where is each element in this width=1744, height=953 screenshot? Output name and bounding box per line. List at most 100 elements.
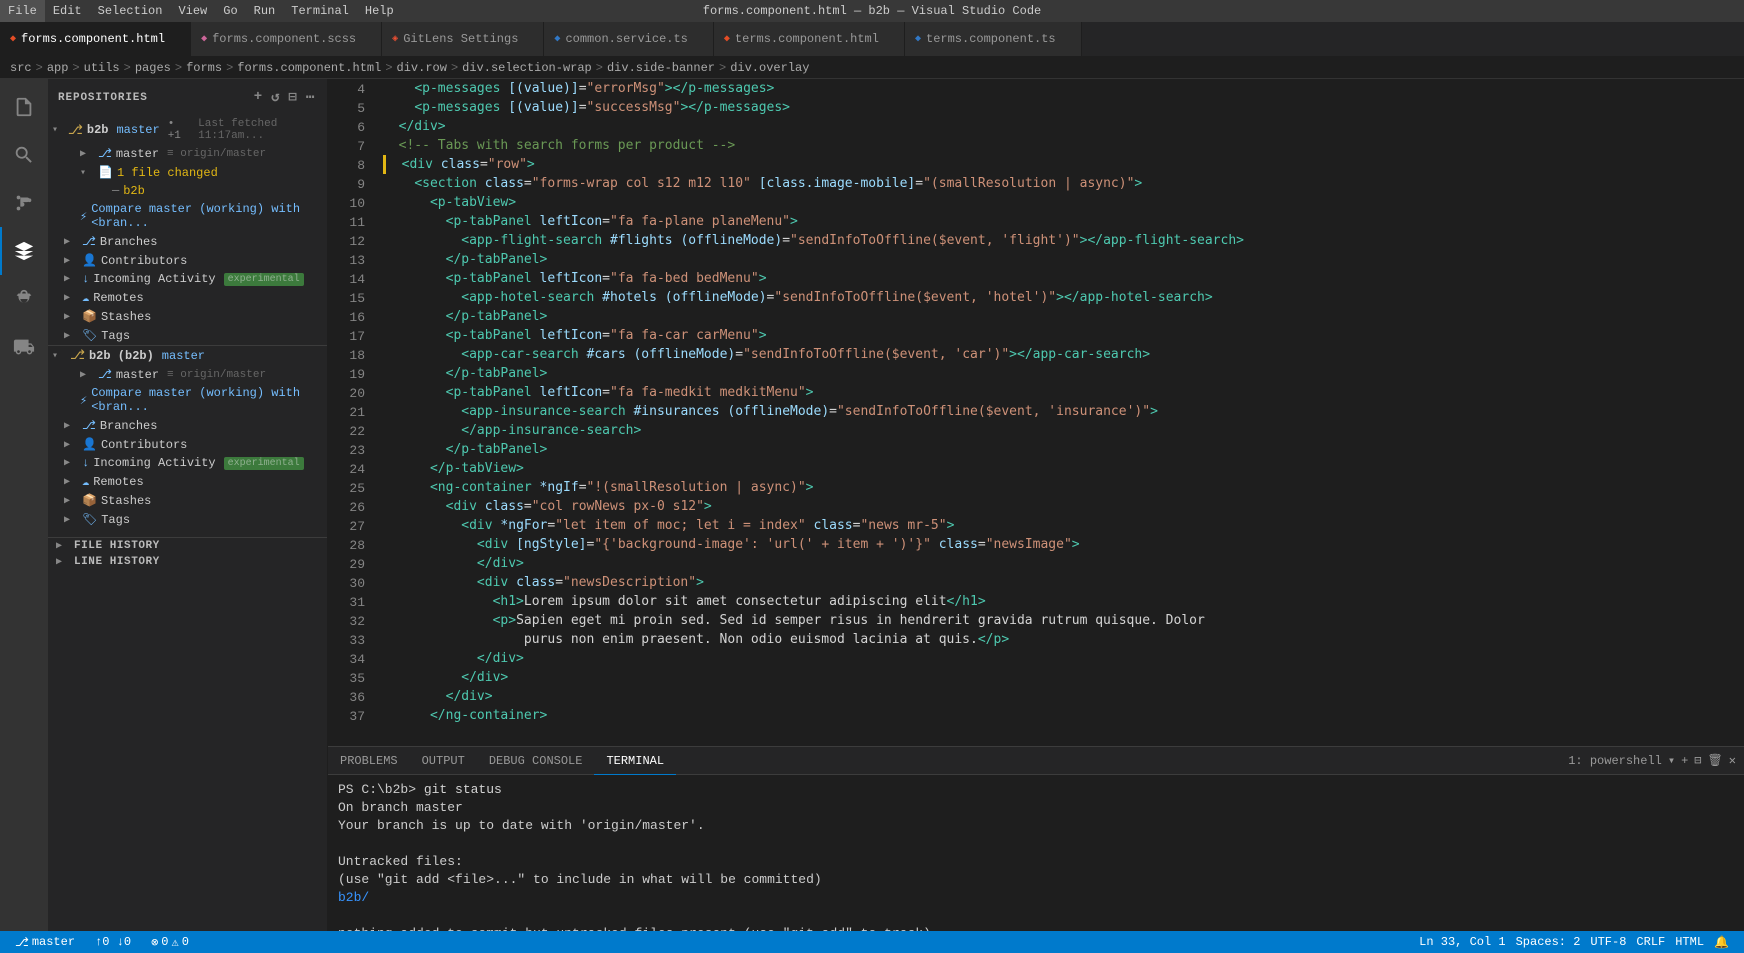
tab-common-ts[interactable]: ◆ common.service.ts × [544,22,713,56]
activity-search[interactable] [0,131,48,179]
activity-explorer[interactable] [0,83,48,131]
panel-add-icon[interactable]: + [1681,754,1688,768]
menu-go[interactable]: Go [215,0,245,22]
spacer [48,529,327,537]
sidebar-item-contributors[interactable]: ▶ 👤 Contributors [48,251,327,270]
panel-close-icon[interactable]: ✕ [1729,753,1736,768]
terminal-line-1: PS C:\b2b> git status [338,781,1734,799]
menu-help[interactable]: Help [357,0,402,22]
sidebar-item-tags2[interactable]: ▶ 🏷 Tags [48,510,327,529]
sidebar-scroll[interactable]: ▾ ⎇ b2b master • +1 Last fetched 11:17am… [48,116,327,931]
master2-label: master [116,368,159,382]
editor-area: 4 5 6 7 8 9 10 11 12 13 14 15 16 17 18 1… [328,79,1744,931]
sidebar-more-icon[interactable]: ⋯ [304,87,317,108]
sidebar-section-line-history[interactable]: ▶ LINE HISTORY [48,554,327,570]
menu-bar: File Edit Selection View Go Run Terminal… [0,0,402,22]
sidebar-item-stashes[interactable]: ▶ 📦 Stashes [48,307,327,326]
sidebar-item-branches[interactable]: ▶ ⎇ Branches [48,232,327,251]
terminal-content[interactable]: PS C:\b2b> git status On branch master Y… [328,775,1744,931]
panel-tab-terminal[interactable]: TERMINAL [594,747,676,775]
breadcrumb-overlay[interactable]: div.overlay [730,61,809,75]
breadcrumb-src[interactable]: src [10,61,32,75]
status-errors[interactable]: ⊗ 0 ⚠ 0 [146,931,194,953]
tab-gitlens[interactable]: ◈ GitLens Settings × [382,22,544,56]
status-encoding[interactable]: UTF-8 [1585,931,1631,953]
panel-tab-problems[interactable]: PROBLEMS [328,747,410,775]
menu-edit[interactable]: Edit [45,0,90,22]
contributors2-arrow: ▶ [64,439,78,451]
sidebar-item-incoming2[interactable]: ▶ ↓ Incoming Activity experimental [48,454,327,472]
sidebar-file-item[interactable]: ─ b2b [48,182,327,200]
code-line-13: </p-tabPanel> [383,250,1734,269]
status-position[interactable]: Ln 33, Col 1 [1414,931,1510,953]
remotes-label: Remotes [93,291,143,305]
activity-debug[interactable] [0,275,48,323]
tab-terms-html[interactable]: ◆ terms.component.html × [714,22,905,56]
sidebar-item-contributors2[interactable]: ▶ 👤 Contributors [48,435,327,454]
sidebar-item-tags[interactable]: ▶ 🏷 Tags [48,326,327,345]
panel-tab-debug[interactable]: DEBUG CONSOLE [477,747,595,775]
contributors2-label: Contributors [101,438,187,452]
sidebar-item-master2[interactable]: ▶ ⎇ master ≡ origin/master [48,365,327,384]
status-branch[interactable]: ⎇ master [10,931,80,953]
repo-b2b-header[interactable]: ▾ ⎇ b2b master • +1 Last fetched 11:17am… [48,116,327,144]
tags-label: Tags [101,329,130,343]
status-feedback[interactable]: 🔔 [1709,931,1734,953]
sidebar-item-compare[interactable]: ⚡ Compare master (working) with <bran... [48,200,327,232]
breadcrumb-selection-wrap[interactable]: div.selection-wrap [462,61,592,75]
panel-trash-icon[interactable]: 🗑 [1708,753,1723,768]
sidebar-item-remotes[interactable]: ▶ ☁ Remotes [48,288,327,307]
breadcrumb-utils[interactable]: utils [84,61,120,75]
panel-tab-output[interactable]: OUTPUT [410,747,477,775]
status-language[interactable]: HTML [1670,931,1709,953]
master-remote: ≡ origin/master [167,148,266,160]
stashes-icon: 📦 [82,309,97,324]
activity-extensions[interactable] [0,323,48,371]
menu-run[interactable]: Run [246,0,284,22]
sidebar-add-icon[interactable]: + [252,87,265,108]
code-line-7: <!-- Tabs with search forms per product … [383,136,1734,155]
branches-label: Branches [100,235,158,249]
sidebar-section-file-history[interactable]: ▶ FILE HISTORY [48,538,327,554]
repo-b2b2-header[interactable]: ▾ ⎇ b2b (b2b) master [48,346,327,365]
repo-b2b-fetched: Last fetched 11:17am... [198,118,327,142]
breadcrumb-app[interactable]: app [47,61,69,75]
activity-git[interactable] [0,179,48,227]
code-line-4: <p-messages [(value)]="errorMsg"></p-mes… [383,79,1734,98]
sidebar-collapse-icon[interactable]: ⊟ [286,87,299,108]
breadcrumb-pages[interactable]: pages [135,61,171,75]
status-sync[interactable]: ↑0 ↓0 [90,931,136,953]
sidebar-item-stashes2[interactable]: ▶ 📦 Stashes [48,491,327,510]
menu-terminal[interactable]: Terminal [283,0,357,22]
terminal-label[interactable]: 1: powershell [1568,754,1662,768]
status-eol[interactable]: CRLF [1631,931,1670,953]
ts-icon2: ◆ [915,33,921,45]
sidebar-item-remotes2[interactable]: ▶ ☁ Remotes [48,472,327,491]
warnings-icon: ⚠ [172,935,179,950]
breadcrumb-div-row[interactable]: div.row [397,61,447,75]
activity-gitlens[interactable] [0,227,48,275]
menu-selection[interactable]: Selection [90,0,171,22]
tab-forms-scss[interactable]: ◆ forms.component.scss × [191,22,382,56]
sidebar-item-compare2[interactable]: ⚡ Compare master (working) with <bran... [48,384,327,416]
breadcrumb-forms[interactable]: forms [186,61,222,75]
panel-split-icon[interactable]: ⊟ [1694,753,1701,768]
menu-file[interactable]: File [0,0,45,22]
code-editor[interactable]: <p-messages [(value)]="errorMsg"></p-mes… [373,79,1744,746]
menu-view[interactable]: View [170,0,215,22]
breadcrumb-side-banner[interactable]: div.side-banner [607,61,715,75]
sidebar-refresh-icon[interactable]: ↺ [269,87,282,108]
status-spaces[interactable]: Spaces: 2 [1511,931,1586,953]
tags2-arrow: ▶ [64,514,78,526]
code-line-19: </p-tabPanel> [383,364,1734,383]
sidebar-item-file-changed[interactable]: ▾ 📄 1 file changed [48,163,327,182]
sidebar-item-incoming[interactable]: ▶ ↓ Incoming Activity experimental [48,270,327,288]
tab-forms-html[interactable]: ◆ forms.component.html × [0,22,191,56]
sidebar-item-master[interactable]: ▶ ⎇ master ≡ origin/master [48,144,327,163]
breadcrumb-file[interactable]: forms.component.html [237,61,381,75]
terminal-dropdown-icon[interactable]: ▾ [1668,753,1675,768]
tab-terms-ts[interactable]: ◆ terms.component.ts × [905,22,1082,56]
stashes-label: Stashes [101,310,151,324]
sidebar-item-branches2[interactable]: ▶ ⎇ Branches [48,416,327,435]
master-arrow: ▶ [80,148,94,160]
